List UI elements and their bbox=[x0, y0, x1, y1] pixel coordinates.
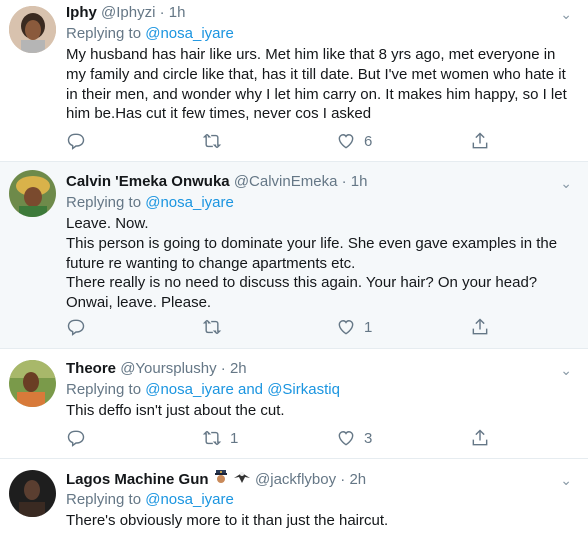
user-handle[interactable]: @Yoursplushy bbox=[120, 360, 216, 377]
separator: · bbox=[341, 173, 347, 190]
retweet-count: 1 bbox=[230, 429, 239, 447]
tweet-line: This deffo isn't just about the cut. bbox=[66, 402, 285, 419]
avatar[interactable] bbox=[9, 170, 56, 217]
reply-and[interactable]: and bbox=[238, 381, 263, 398]
display-name[interactable]: Lagos Machine Gun bbox=[66, 471, 209, 488]
replying-label: Replying to bbox=[66, 381, 142, 398]
like-count: 1 bbox=[364, 318, 373, 336]
tweet-actions: 1 bbox=[66, 317, 506, 339]
share-button[interactable] bbox=[470, 428, 490, 448]
timestamp[interactable]: 1h bbox=[169, 4, 186, 21]
share-icon bbox=[472, 318, 488, 335]
replying-to: Replying to @nosa_iyare and @Sirkastiq bbox=[66, 380, 340, 400]
tweet-text: My husband has hair like urs. Met him li… bbox=[66, 45, 571, 124]
tweet-line: future re wanting to change apartments e… bbox=[66, 254, 356, 272]
replying-label: Replying to bbox=[66, 25, 142, 42]
separator: · bbox=[340, 470, 346, 488]
replying-to: Replying to @nosa_iyare bbox=[66, 193, 234, 213]
retweet-icon bbox=[202, 133, 222, 149]
reply-icon bbox=[67, 430, 85, 447]
replying-label: Replying to bbox=[66, 491, 142, 508]
reply-mention[interactable]: @nosa_iyare bbox=[145, 381, 234, 398]
replying-label: Replying to bbox=[66, 194, 142, 211]
heart-icon bbox=[338, 320, 354, 335]
user-handle[interactable]: @Iphyzi bbox=[101, 4, 155, 21]
share-button[interactable] bbox=[470, 131, 490, 151]
share-icon bbox=[472, 132, 488, 149]
tweet-text: There's obviously more to it than just t… bbox=[66, 511, 571, 531]
police-officer-emoji bbox=[213, 469, 229, 491]
tweet-line: my family and circle like that, has it t… bbox=[66, 65, 566, 83]
heart-icon bbox=[338, 431, 354, 446]
user-handle[interactable]: @CalvinEmeka bbox=[234, 173, 338, 190]
reply-button[interactable] bbox=[66, 131, 86, 151]
retweet-icon bbox=[202, 430, 222, 446]
separator: · bbox=[220, 360, 226, 377]
timestamp[interactable]: 2h bbox=[349, 471, 366, 488]
share-icon bbox=[472, 429, 488, 446]
replying-to: Replying to @nosa_iyare bbox=[66, 490, 234, 510]
tweet-line: My husband has hair like urs. Met him li… bbox=[66, 46, 556, 63]
replying-to: Replying to @nosa_iyare bbox=[66, 24, 234, 44]
tweet-actions: 1 3 bbox=[66, 428, 506, 450]
retweet-button[interactable] bbox=[202, 131, 230, 151]
reply-icon bbox=[67, 319, 85, 336]
avatar[interactable] bbox=[9, 6, 56, 53]
tweet-theore[interactable]: Theore @Yoursplushy · 2h ⌄ Replying to @… bbox=[0, 349, 588, 459]
tweet-line: Onwai, leave. Please. bbox=[66, 294, 212, 312]
display-name[interactable]: Theore bbox=[66, 360, 116, 377]
reply-mention[interactable]: @nosa_iyare bbox=[145, 491, 234, 508]
reply-button[interactable] bbox=[66, 428, 86, 448]
display-name[interactable]: Iphy bbox=[66, 4, 97, 21]
eagle-emoji bbox=[233, 469, 251, 491]
avatar[interactable] bbox=[9, 360, 56, 407]
tweet-calvin[interactable]: Calvin 'Emeka Onwuka @CalvinEmeka · 1h ⌄… bbox=[0, 162, 588, 349]
user-handle[interactable]: @jackflyboy bbox=[255, 471, 336, 488]
chevron-down-icon[interactable]: ⌄ bbox=[560, 6, 572, 23]
tweet-line: Leave. Now. bbox=[66, 215, 149, 232]
chevron-down-icon[interactable]: ⌄ bbox=[560, 175, 572, 192]
separator: · bbox=[159, 4, 165, 21]
tweet-iphy[interactable]: Iphy @Iphyzi · 1h ⌄ Replying to @nosa_iy… bbox=[0, 0, 588, 162]
tweet-actions: 6 bbox=[66, 131, 506, 153]
like-button[interactable]: 6 bbox=[336, 131, 372, 151]
like-count: 3 bbox=[364, 429, 373, 447]
chevron-down-icon[interactable]: ⌄ bbox=[560, 472, 572, 489]
tweet-text: This deffo isn't just about the cut. bbox=[66, 401, 571, 421]
like-button[interactable]: 3 bbox=[336, 428, 372, 448]
tweet-lagos-machine-gun[interactable]: Lagos Machine Gun @jackflyboy · 2h ⌄ Rep… bbox=[0, 459, 588, 539]
retweet-icon bbox=[202, 319, 222, 335]
timestamp[interactable]: 1h bbox=[351, 173, 368, 190]
tweet-line: him be.Has cut it few times, never cos I… bbox=[66, 105, 372, 123]
tweet-text: Leave. Now. This person is going to domi… bbox=[66, 214, 571, 313]
retweet-button[interactable]: 1 bbox=[202, 428, 238, 448]
avatar[interactable] bbox=[9, 470, 56, 517]
chevron-down-icon[interactable]: ⌄ bbox=[560, 362, 572, 379]
reply-button[interactable] bbox=[66, 317, 86, 337]
timestamp[interactable]: 2h bbox=[230, 360, 247, 377]
tweet-line: This person is going to dominate your li… bbox=[66, 234, 558, 252]
tweet-line: There really is no need to discuss this … bbox=[66, 274, 538, 292]
display-name[interactable]: Calvin 'Emeka Onwuka bbox=[66, 173, 230, 190]
reply-mention[interactable]: @nosa_iyare bbox=[145, 194, 234, 211]
reply-mention[interactable]: @Sirkastiq bbox=[267, 381, 340, 398]
heart-icon bbox=[338, 134, 354, 149]
retweet-button[interactable] bbox=[202, 317, 230, 337]
share-button[interactable] bbox=[470, 317, 490, 337]
tweet-line: There's obviously more to it than just t… bbox=[66, 512, 389, 529]
reply-mention[interactable]: @nosa_iyare bbox=[145, 25, 234, 42]
reply-icon bbox=[67, 133, 85, 150]
like-button[interactable]: 1 bbox=[336, 317, 372, 337]
like-count: 6 bbox=[364, 132, 373, 150]
tweet-line: in their men, and wonder why I let him c… bbox=[66, 85, 567, 103]
